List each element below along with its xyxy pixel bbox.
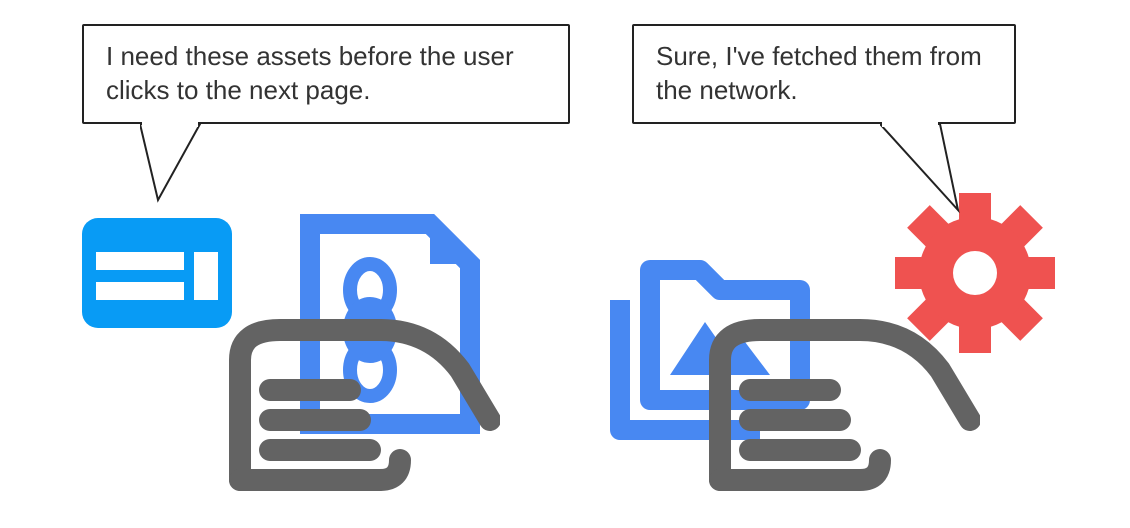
hand-holding-icon-left [200,310,500,505]
speech-text-left: I need these assets before the user clic… [106,41,514,105]
speech-bubble-left: I need these assets before the user clic… [82,24,570,124]
speech-tail-left [140,122,230,212]
speech-tail-right [880,122,980,222]
speech-text-right: Sure, I've fetched them from the network… [656,41,982,105]
speech-bubble-right: Sure, I've fetched them from the network… [632,24,1016,124]
